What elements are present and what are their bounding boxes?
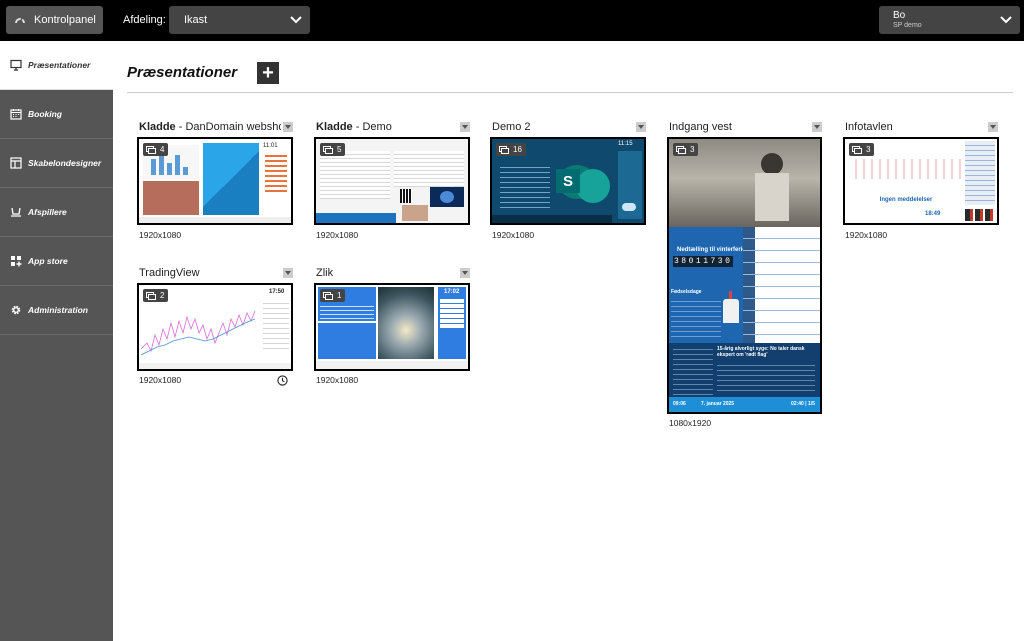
add-presentation-button[interactable]: + xyxy=(257,62,279,84)
gear-icon xyxy=(11,305,21,315)
department-label: Afdeling: xyxy=(123,14,166,26)
card-menu-dropdown[interactable] xyxy=(283,268,293,278)
slide-count-badge: 5 xyxy=(320,143,346,156)
card-title: Zlik xyxy=(316,267,334,279)
presentation-thumbnail[interactable]: 2 17:50 xyxy=(137,283,293,371)
presentation-thumbnail[interactable]: 1 17:02 xyxy=(314,283,470,371)
presentation-card[interactable]: Kladde - DanDomain webshop st... 4 11:01… xyxy=(137,121,293,241)
sidebar-item-template-designer[interactable]: Skabelondesigner xyxy=(0,139,113,188)
sidebar-item-booking[interactable]: Booking xyxy=(0,90,113,139)
slides-stack-icon xyxy=(676,145,686,154)
page-title: Præsentationer xyxy=(127,64,238,81)
slide-count-badge: 1 xyxy=(320,289,346,302)
resolution-label: 1920x1080 xyxy=(139,375,182,385)
thumb-countdown-digits: 38011730 xyxy=(673,256,734,267)
sidebar-item-label: Administration xyxy=(28,305,88,315)
dashboard-label: Kontrolpanel xyxy=(34,14,96,26)
sidebar: Præsentationer Booking Skabelondesigner … xyxy=(0,41,113,641)
slides-stack-icon xyxy=(146,145,156,154)
card-menu-dropdown[interactable] xyxy=(812,122,822,132)
card-menu-dropdown[interactable] xyxy=(636,122,646,132)
slides-stack-icon xyxy=(146,291,156,300)
thumb-clock-text: 11:01 xyxy=(263,143,278,149)
chevron-down-icon xyxy=(290,16,302,24)
presentation-thumbnail[interactable]: 3 Nedtælling til vinterferie! 38011730 F… xyxy=(667,137,822,414)
presentation-card[interactable]: Zlik 1 17:02 1920x1080 xyxy=(314,267,470,392)
dashboard-gauge-icon xyxy=(15,17,25,24)
sharepoint-logo: S xyxy=(556,169,580,193)
card-title: Demo 2 xyxy=(492,121,531,133)
card-menu-dropdown[interactable] xyxy=(988,122,998,132)
header-divider xyxy=(127,92,1013,93)
presentation-thumbnail[interactable]: 5 xyxy=(314,137,470,225)
user-menu[interactable]: Bo SP demo xyxy=(879,6,1020,34)
sidebar-item-administration[interactable]: Administration xyxy=(0,286,113,335)
schedule-clock-icon[interactable] xyxy=(277,375,288,386)
sidebar-item-players[interactable]: Afspillere xyxy=(0,188,113,237)
card-menu-dropdown[interactable] xyxy=(460,268,470,278)
card-title: Kladde - DanDomain webshop st... xyxy=(139,121,281,133)
top-bar: Kontrolpanel Afdeling: Ikast Bo SP demo xyxy=(0,0,1024,41)
thumb-clock-text: 17:50 xyxy=(269,289,285,295)
thumb-caption: Ingen meddelelser xyxy=(879,197,933,203)
sidebar-item-app-store[interactable]: App store xyxy=(0,237,113,286)
thumb-footer-time: 09:06 xyxy=(673,401,686,407)
apps-icon xyxy=(11,256,22,267)
presentation-card[interactable]: Kladde - Demo 5 1920x1080 xyxy=(314,121,470,241)
chevron-down-icon xyxy=(1000,16,1012,24)
trading-chart-graphic xyxy=(141,310,256,356)
presentation-card[interactable]: Infotavlen 3 Ingen meddelelser 18:49 192… xyxy=(843,121,999,241)
card-title: Kladde - Demo xyxy=(316,121,392,133)
presentation-card[interactable]: Demo 2 16 S 11:15 1920x1080 xyxy=(490,121,646,241)
slide-count-badge: 2 xyxy=(143,289,169,302)
slides-stack-icon xyxy=(323,291,333,300)
thumb-clock-text: 17:02 xyxy=(444,289,460,295)
sidebar-item-label: Booking xyxy=(28,109,62,119)
thumb-clock-text: 18:49 xyxy=(925,211,941,217)
card-menu-dropdown[interactable] xyxy=(460,122,470,132)
sidebar-item-presentations[interactable]: Præsentationer xyxy=(0,41,113,90)
resolution-label: 1920x1080 xyxy=(139,230,182,240)
slides-stack-icon xyxy=(323,145,333,154)
presentation-card[interactable]: TradingView 2 17:50 1920x1080 xyxy=(137,267,293,392)
sidebar-item-label: Afspillere xyxy=(28,207,67,217)
slides-stack-icon xyxy=(499,145,509,154)
slide-count-badge: 4 xyxy=(143,143,169,156)
presentation-card[interactable]: Indgang vest 3 Nedtælling til vinterferi… xyxy=(667,121,823,431)
thumb-footer-date: 7. januar 2025 xyxy=(701,401,735,407)
slide-count-badge: 16 xyxy=(496,143,526,156)
department-value: Ikast xyxy=(184,14,208,26)
card-menu-dropdown[interactable] xyxy=(283,122,293,132)
sidebar-item-label: Præsentationer xyxy=(28,60,91,70)
resolution-label: 1920x1080 xyxy=(316,375,359,385)
user-name: Bo xyxy=(893,10,906,21)
player-icon xyxy=(11,207,21,217)
sidebar-item-label: App store xyxy=(28,256,68,266)
user-organization: SP demo xyxy=(893,22,922,29)
dashboard-button[interactable]: Kontrolpanel xyxy=(6,6,103,34)
calendar-icon xyxy=(10,109,22,120)
slides-stack-icon xyxy=(852,145,862,154)
slide-count-badge: 3 xyxy=(673,143,699,156)
card-title: Infotavlen xyxy=(845,121,893,133)
card-title: TradingView xyxy=(139,267,200,279)
card-title: Indgang vest xyxy=(669,121,732,133)
resolution-label: 1920x1080 xyxy=(845,230,888,240)
resolution-label: 1920x1080 xyxy=(492,230,535,240)
thumb-clock-text: 11:15 xyxy=(618,141,633,147)
thumb-section-title: Fødselsdage xyxy=(671,289,702,295)
resolution-label: 1080x1920 xyxy=(669,418,712,428)
thumb-footer-page: 02:40 | 1/5 xyxy=(791,401,815,407)
template-icon xyxy=(10,157,22,169)
resolution-label: 1920x1080 xyxy=(316,230,359,240)
presentation-thumbnail[interactable]: 3 Ingen meddelelser 18:49 xyxy=(843,137,999,225)
thumb-countdown-heading: Nedtælling til vinterferie! xyxy=(677,247,748,253)
slide-count-badge: 3 xyxy=(849,143,875,156)
sidebar-item-label: Skabelondesigner xyxy=(28,158,102,168)
thumb-news-headline: 15-årig alvorligt syge: No taler dansk e… xyxy=(717,346,805,358)
presentation-thumbnail[interactable]: 4 11:01 xyxy=(137,137,293,225)
monitor-icon xyxy=(10,59,22,71)
department-select[interactable]: Ikast xyxy=(169,6,310,34)
presentation-thumbnail[interactable]: 16 S 11:15 xyxy=(490,137,646,225)
